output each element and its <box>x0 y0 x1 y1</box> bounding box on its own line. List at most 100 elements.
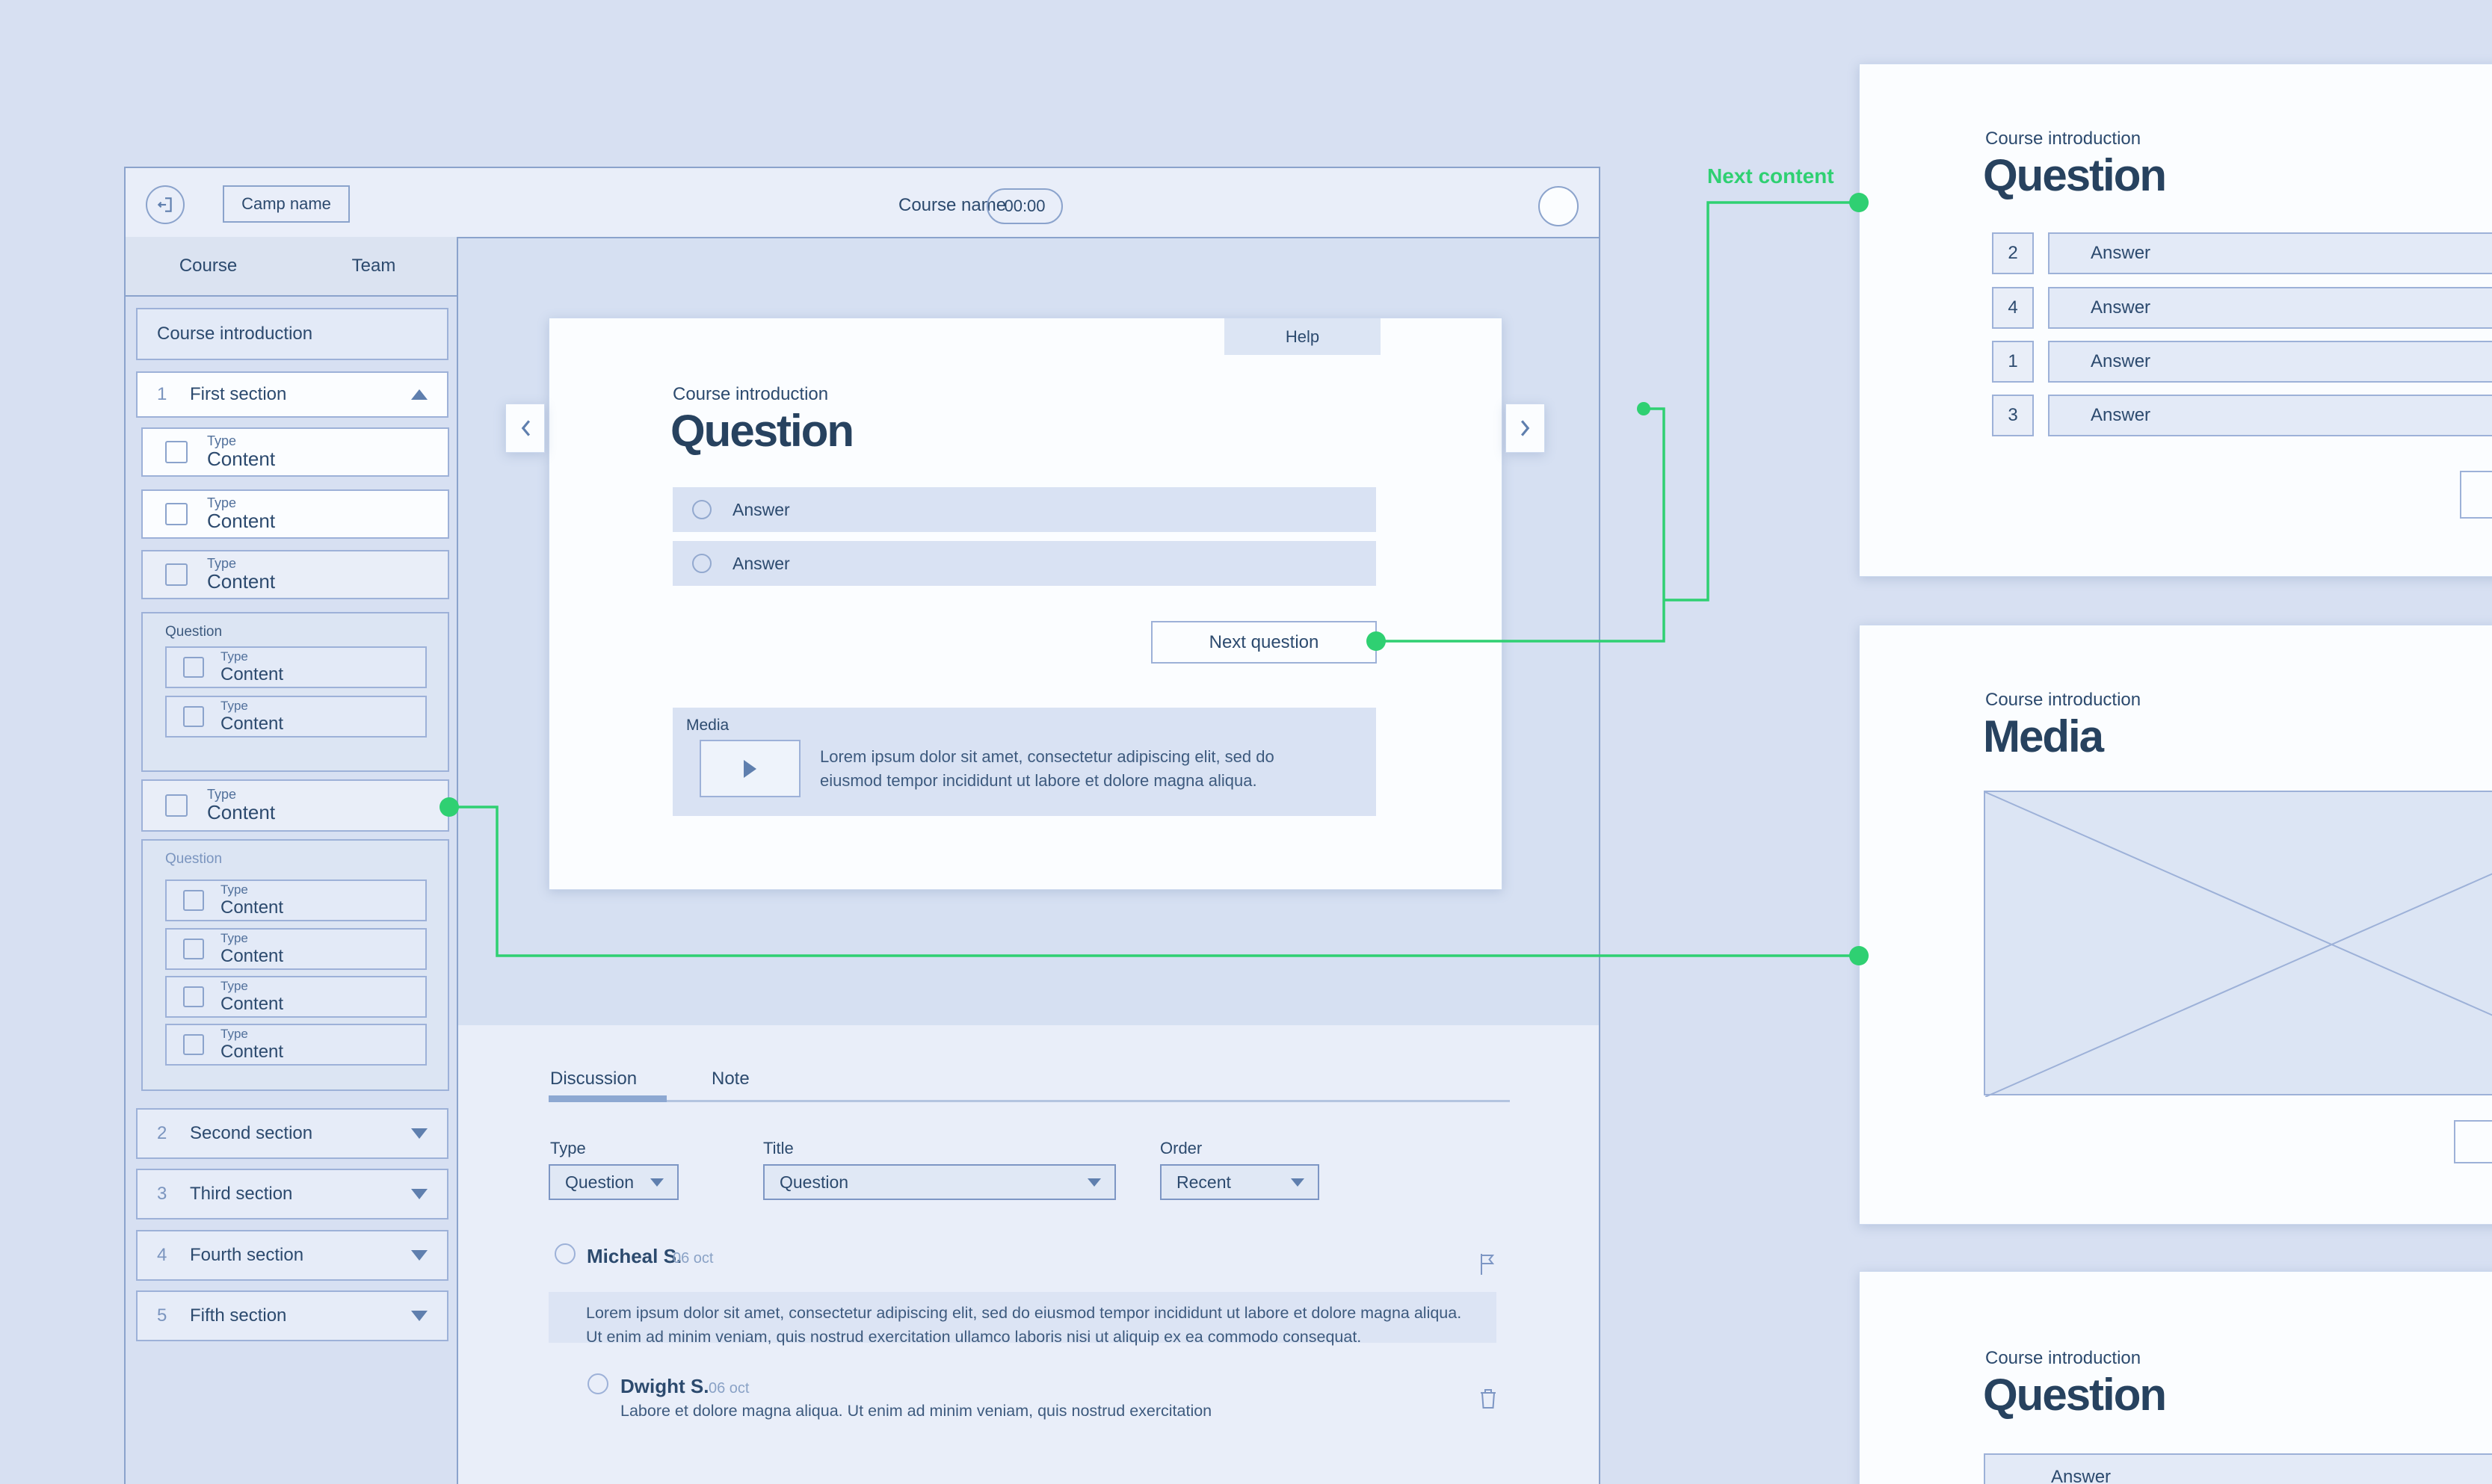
tab-discussion[interactable]: Discussion <box>550 1069 637 1089</box>
flag-icon[interactable] <box>1478 1252 1496 1276</box>
type-label: Type <box>220 882 283 897</box>
chevron-down-icon <box>1291 1178 1304 1187</box>
content-item[interactable]: TypeContent <box>165 1024 427 1066</box>
content-label: Content <box>207 448 275 471</box>
section-number: 4 <box>157 1245 190 1266</box>
avatar[interactable] <box>1538 186 1579 226</box>
comment-text: Lorem ipsum dolor sit amet, consectetur … <box>549 1292 1496 1349</box>
checkbox[interactable] <box>183 939 204 959</box>
next-slide-button[interactable] <box>1505 404 1545 453</box>
design-canvas: Camp name Course name 00:00 Course Team … <box>0 0 2492 1484</box>
logout-button[interactable] <box>146 185 185 224</box>
next-question-button[interactable]: Next question <box>1151 621 1377 664</box>
answer-row[interactable]: Answer <box>1984 1453 2492 1484</box>
type-dropdown[interactable]: Question <box>549 1164 679 1200</box>
sidebar-section-5[interactable]: 5 Fifth section <box>136 1290 448 1341</box>
media-play-button[interactable] <box>700 740 801 797</box>
content-label: Content <box>220 897 283 918</box>
section-label: Third section <box>190 1184 411 1205</box>
checkbox[interactable] <box>183 706 204 727</box>
answer-row[interactable]: Answer <box>2048 232 2492 274</box>
play-icon <box>744 760 756 778</box>
comment-avatar <box>587 1373 608 1394</box>
checkbox[interactable] <box>165 794 188 817</box>
answer-number: 4 <box>1992 287 2034 329</box>
camp-name-button[interactable]: Camp name <box>223 185 350 223</box>
content-label: Content <box>220 714 283 735</box>
checkbox[interactable] <box>183 890 204 911</box>
media-label: Media <box>686 717 729 735</box>
comment-date: 06 oct <box>709 1380 749 1397</box>
type-dropdown-value: Question <box>565 1172 634 1193</box>
checkbox[interactable] <box>183 657 204 678</box>
comment-avatar <box>555 1243 576 1264</box>
checkbox[interactable] <box>165 441 188 463</box>
answer-option[interactable]: Answer <box>673 487 1376 532</box>
answer-row[interactable]: Answer <box>2048 341 2492 383</box>
panel-media-next: Course introduction Media <box>1859 625 2492 1225</box>
filter-title-label: Title <box>763 1139 794 1158</box>
content-item[interactable]: TypeContent <box>165 879 427 921</box>
sidebar-section-2[interactable]: 2 Second section <box>136 1108 448 1159</box>
section-number: 2 <box>157 1123 190 1144</box>
connector-dot[interactable] <box>1637 402 1650 415</box>
chevron-up-icon <box>411 389 428 400</box>
sidebar-divider <box>457 237 458 1484</box>
sidebar-section-1[interactable]: 1 First section <box>136 371 448 418</box>
tab-rule <box>549 1100 1510 1102</box>
section-label: Fifth section <box>190 1305 411 1326</box>
answer-row[interactable]: Answer <box>2048 395 2492 436</box>
checkbox[interactable] <box>165 503 188 525</box>
title-dropdown[interactable]: Question <box>763 1164 1116 1200</box>
panel-title: Question <box>1983 149 2165 201</box>
order-dropdown-value: Recent <box>1176 1172 1231 1193</box>
tab-note[interactable]: Note <box>712 1069 750 1089</box>
panel-question-next: Course introduction Question 2 Answer 4 … <box>1859 64 2492 577</box>
tab-team[interactable]: Team <box>291 237 458 297</box>
checkbox[interactable] <box>165 563 188 586</box>
content-item[interactable]: TypeContent <box>141 489 449 539</box>
answer-label: Answer <box>1985 1455 2492 1484</box>
content-item[interactable]: TypeContent <box>165 696 427 738</box>
checkbox[interactable] <box>183 986 204 1007</box>
content-label: Content <box>220 1042 283 1063</box>
topbar: Camp name Course name 00:00 <box>124 167 1600 238</box>
panel-next-button-cutoff[interactable] <box>2460 471 2492 519</box>
section-number: 5 <box>157 1305 190 1326</box>
content-item[interactable]: TypeContent <box>141 550 449 599</box>
radio-icon[interactable] <box>692 554 712 573</box>
trash-icon[interactable] <box>1478 1387 1498 1411</box>
answer-label: Answer <box>2091 243 2150 264</box>
content-item[interactable]: TypeContent <box>141 427 449 477</box>
checkbox[interactable] <box>183 1034 204 1055</box>
prev-slide-button[interactable] <box>505 404 545 453</box>
content-item-linked[interactable]: TypeContent <box>141 779 449 832</box>
answer-option[interactable]: Answer <box>673 541 1376 586</box>
question-group: Question TypeContent TypeContent <box>141 612 449 772</box>
content-item[interactable]: TypeContent <box>165 976 427 1018</box>
panel-kicker: Course introduction <box>1985 129 2141 149</box>
help-button[interactable]: Help <box>1224 318 1381 355</box>
question-group-label: Question <box>165 624 222 640</box>
chevron-left-icon <box>519 418 531 438</box>
answer-number: 1 <box>1992 341 2034 383</box>
content-item[interactable]: TypeContent <box>165 928 427 970</box>
sidebar-section-4[interactable]: 4 Fourth section <box>136 1230 448 1281</box>
panel-kicker: Course introduction <box>1985 690 2141 711</box>
content-label: Content <box>220 994 283 1015</box>
title-dropdown-value: Question <box>780 1172 848 1193</box>
content-item[interactable]: TypeContent <box>165 646 427 688</box>
order-dropdown[interactable]: Recent <box>1160 1164 1319 1200</box>
answer-row[interactable]: Answer <box>2048 287 2492 329</box>
comment-text: Labore et dolore magna aliqua. Ut enim a… <box>620 1402 1405 1420</box>
sidebar-item-course-introduction[interactable]: Course introduction <box>136 308 448 360</box>
tab-course[interactable]: Course <box>124 237 292 297</box>
next-question-label: Next question <box>1209 632 1319 653</box>
radio-icon[interactable] <box>692 500 712 519</box>
panel-next-button-cutoff[interactable] <box>2454 1120 2492 1163</box>
chevron-down-icon <box>650 1178 664 1187</box>
connector-line <box>1664 202 1859 600</box>
panel-title: Media <box>1983 711 2103 762</box>
answer-number: 3 <box>1992 395 2034 436</box>
sidebar-section-3[interactable]: 3 Third section <box>136 1169 448 1219</box>
